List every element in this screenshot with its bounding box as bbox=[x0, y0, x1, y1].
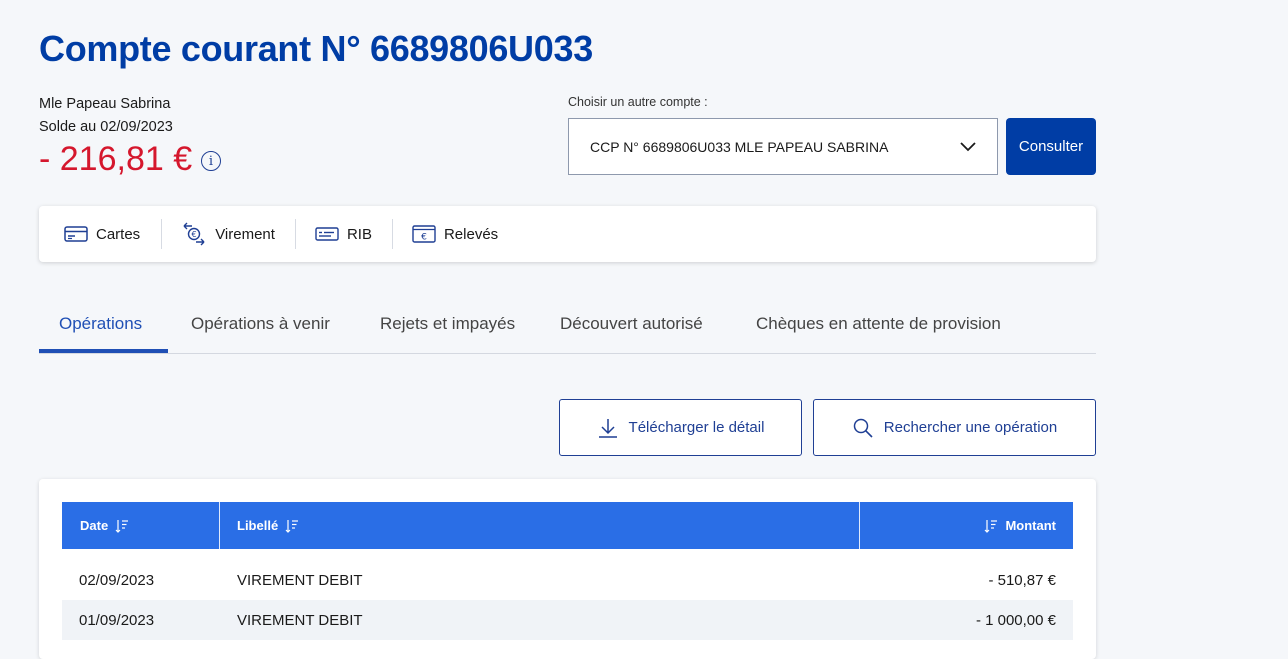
operations-tabs: Opérations Opérations à venir Rejets et … bbox=[39, 302, 1096, 354]
divider bbox=[391, 219, 393, 249]
column-libelle[interactable]: Libellé bbox=[237, 502, 299, 549]
row-amount: - 510,87 € bbox=[988, 571, 1056, 589]
quick-action-label: Relevés bbox=[443, 225, 499, 243]
quick-action-rib[interactable]: RIB bbox=[315, 220, 372, 248]
table-row[interactable]: 02/09/2023 VIREMENT DEBIT - 510,87 € bbox=[62, 560, 1073, 600]
operations-table-card: Date Libellé Montant 02/09/2023 VIREMENT… bbox=[39, 479, 1096, 659]
quick-action-virement[interactable]: € Virement bbox=[181, 220, 275, 248]
column-date-label: Date bbox=[80, 518, 109, 533]
sort-icon bbox=[985, 519, 998, 533]
quick-action-releves[interactable]: € Relevés bbox=[412, 220, 498, 248]
consult-button[interactable]: Consulter bbox=[1006, 118, 1096, 175]
svg-text:€: € bbox=[192, 230, 197, 239]
search-icon bbox=[853, 418, 873, 438]
svg-text:€: € bbox=[421, 233, 427, 243]
sort-icon bbox=[115, 519, 129, 533]
download-detail-button[interactable]: Télécharger le détail bbox=[559, 399, 802, 456]
column-montant-label: Montant bbox=[1005, 518, 1056, 533]
account-switcher-label: Choisir un autre compte : bbox=[568, 95, 708, 109]
account-balance: - 216,81 € bbox=[39, 140, 193, 178]
tab-operations-a-venir[interactable]: Opérations à venir bbox=[191, 314, 330, 334]
balance-date: Solde au 02/09/2023 bbox=[39, 119, 173, 135]
download-icon bbox=[598, 418, 617, 438]
quick-action-label: Virement bbox=[215, 225, 275, 243]
rib-icon bbox=[315, 227, 339, 241]
search-operation-button[interactable]: Rechercher une opération bbox=[813, 399, 1096, 456]
row-label: VIREMENT DEBIT bbox=[237, 571, 363, 589]
divider bbox=[161, 219, 163, 249]
quick-action-label: Cartes bbox=[96, 225, 141, 243]
transfer-icon: € bbox=[183, 222, 205, 246]
download-detail-label: Télécharger le détail bbox=[628, 419, 765, 436]
sort-icon bbox=[285, 519, 299, 533]
quick-action-cartes[interactable]: Cartes bbox=[64, 220, 140, 248]
account-select[interactable]: CCP N° 6689806U033 MLE PAPEAU SABRINA bbox=[568, 118, 998, 175]
account-select-value: CCP N° 6689806U033 MLE PAPEAU SABRINA bbox=[590, 138, 889, 155]
card-icon bbox=[64, 226, 88, 242]
account-holder: Mle Papeau Sabrina bbox=[39, 96, 171, 112]
row-date: 02/09/2023 bbox=[79, 571, 155, 589]
tab-cheques-attente[interactable]: Chèques en attente de provision bbox=[756, 314, 1001, 334]
table-header: Date Libellé Montant bbox=[62, 502, 1073, 549]
quick-action-label: RIB bbox=[346, 225, 372, 243]
tab-decouvert-autorise[interactable]: Découvert autorisé bbox=[560, 314, 703, 334]
column-divider bbox=[859, 502, 860, 549]
quick-actions-bar: Cartes € Virement RIB € Relevés bbox=[39, 206, 1096, 262]
page-title: Compte courant N° 6689806U033 bbox=[39, 28, 593, 69]
chevron-down-icon bbox=[960, 142, 976, 152]
row-date: 01/09/2023 bbox=[79, 611, 155, 629]
info-icon-glyph: i bbox=[208, 153, 214, 169]
column-libelle-label: Libellé bbox=[237, 518, 279, 533]
tab-rejets-impayes[interactable]: Rejets et impayés bbox=[380, 314, 515, 334]
table-row[interactable]: 01/09/2023 VIREMENT DEBIT - 1 000,00 € bbox=[62, 600, 1073, 640]
info-icon[interactable]: i bbox=[201, 151, 221, 171]
column-montant[interactable]: Montant bbox=[984, 502, 1056, 549]
divider bbox=[294, 219, 296, 249]
column-date[interactable]: Date bbox=[80, 502, 129, 549]
statement-icon: € bbox=[412, 225, 436, 243]
row-amount: - 1 000,00 € bbox=[975, 611, 1056, 629]
active-tab-indicator bbox=[39, 349, 168, 353]
row-label: VIREMENT DEBIT bbox=[237, 611, 363, 629]
search-operation-label: Rechercher une opération bbox=[883, 419, 1058, 436]
column-divider bbox=[219, 502, 220, 549]
tab-operations[interactable]: Opérations bbox=[59, 314, 142, 334]
